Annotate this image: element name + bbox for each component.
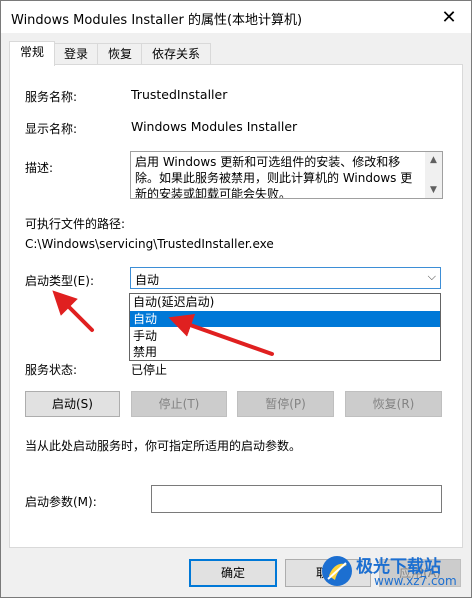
scroll-up-icon[interactable]: ▲ (425, 153, 442, 167)
description-label: 描述: (25, 161, 54, 175)
startup-type-select[interactable]: 自动 ⌵ (130, 267, 441, 289)
start-params-hint: 当从此处启动服务时，你可指定所适用的启动参数。 (25, 439, 302, 453)
display-name-label: 显示名称: (25, 122, 78, 136)
dropdown-item-disabled[interactable]: 禁用 (130, 344, 440, 360)
stop-button[interactable]: 停止(T) (131, 391, 227, 417)
startup-type-dropdown[interactable]: 自动(延迟启动) 自动 手动 禁用 (129, 293, 441, 361)
dropdown-item-manual[interactable]: 手动 (130, 328, 440, 344)
dropdown-item-auto-delayed[interactable]: 自动(延迟启动) (130, 294, 440, 310)
start-params-label: 启动参数(M): (25, 495, 97, 509)
tab-general[interactable]: 常规 (9, 41, 55, 66)
chevron-down-icon: ⌵ (427, 270, 436, 283)
site-watermark: 极光下载站 www.xz7.com (318, 550, 468, 594)
properties-dialog: Windows Modules Installer 的属性(本地计算机) ✕ 常… (0, 0, 472, 598)
startup-type-label: 启动类型(E): (25, 274, 94, 288)
watermark-url: www.xz7.com (374, 574, 457, 588)
pause-button[interactable]: 暂停(P) (237, 391, 334, 417)
window-title: Windows Modules Installer 的属性(本地计算机) (11, 13, 303, 28)
close-button[interactable]: ✕ (427, 1, 471, 33)
startup-type-value: 自动 (135, 273, 160, 287)
tab-logon[interactable]: 登录 (53, 43, 99, 65)
description-text: 启用 Windows 更新和可选组件的安装、修改和移除。如果此服务被禁用，则此计… (135, 155, 413, 199)
ok-button[interactable]: 确定 (189, 559, 277, 587)
service-status-value: 已停止 (131, 363, 168, 377)
start-button[interactable]: 启动(S) (25, 391, 120, 417)
service-status-label: 服务状态: (25, 363, 78, 377)
watermark-logo-icon (322, 556, 352, 586)
close-icon: ✕ (441, 6, 457, 28)
scroll-down-icon[interactable]: ▼ (425, 183, 442, 197)
service-name-value: TrustedInstaller (131, 87, 228, 102)
path-value: C:\Windows\servicing\TrustedInstaller.ex… (25, 237, 274, 251)
start-params-input[interactable] (151, 485, 442, 513)
display-name-value: Windows Modules Installer (131, 119, 298, 134)
service-name-label: 服务名称: (25, 90, 78, 104)
description-box[interactable]: 启用 Windows 更新和可选组件的安装、修改和移除。如果此服务被禁用，则此计… (130, 151, 443, 199)
description-scrollbar[interactable]: ▲ ▼ (425, 152, 442, 198)
title-bar: Windows Modules Installer 的属性(本地计算机) ✕ (1, 1, 471, 33)
resume-button[interactable]: 恢复(R) (345, 391, 442, 417)
tab-dependencies[interactable]: 依存关系 (141, 43, 211, 65)
tab-recovery[interactable]: 恢复 (97, 43, 143, 65)
path-label: 可执行文件的路径: (25, 217, 126, 231)
dropdown-item-auto[interactable]: 自动 (130, 311, 440, 327)
